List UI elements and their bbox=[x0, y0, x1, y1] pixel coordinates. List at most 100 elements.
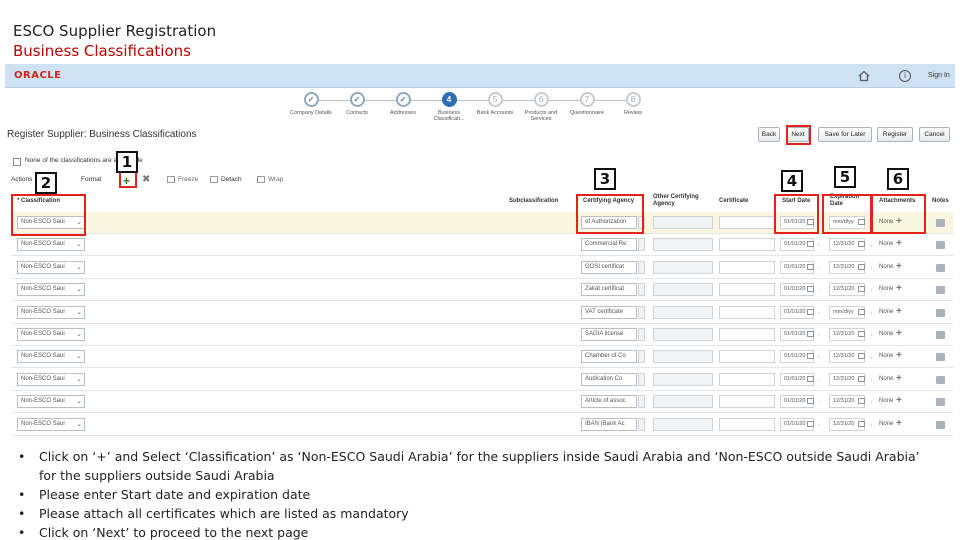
certifying-agency-select[interactable]: Commercial Re bbox=[581, 238, 637, 252]
col-subclassification[interactable]: Subclassification bbox=[509, 198, 558, 205]
certificate-input[interactable] bbox=[719, 395, 775, 409]
add-attachment-icon[interactable]: + bbox=[896, 350, 902, 361]
notes-icon[interactable] bbox=[936, 331, 945, 339]
train-step[interactable]: 8 Review bbox=[610, 92, 656, 116]
train-step[interactable]: 6 Products and Services bbox=[518, 92, 564, 122]
certificate-input[interactable] bbox=[719, 305, 775, 319]
other-agency-input[interactable] bbox=[653, 372, 713, 386]
calendar-icon[interactable] bbox=[858, 398, 865, 405]
detach-icon[interactable] bbox=[210, 176, 218, 183]
agency-dropdown-button[interactable] bbox=[638, 283, 645, 297]
info-icon[interactable]: i bbox=[899, 70, 911, 82]
actions-menu[interactable]: Actions bbox=[11, 176, 32, 183]
agency-dropdown-button[interactable] bbox=[638, 238, 645, 252]
calendar-icon[interactable] bbox=[858, 308, 865, 315]
certificate-input[interactable] bbox=[719, 417, 775, 431]
delete-row-icon[interactable]: ✖ bbox=[142, 174, 150, 185]
add-attachment-icon[interactable]: + bbox=[896, 328, 902, 339]
train-step[interactable]: ✓ Contacts bbox=[334, 92, 380, 116]
notes-icon[interactable] bbox=[936, 241, 945, 250]
back-button[interactable]: Back bbox=[758, 127, 780, 142]
sign-in-link[interactable]: Sign In bbox=[928, 72, 950, 79]
none-applicable-checkbox[interactable] bbox=[13, 158, 21, 166]
calendar-icon[interactable] bbox=[858, 375, 865, 382]
register-button[interactable]: Register bbox=[877, 127, 913, 142]
notes-icon[interactable] bbox=[936, 353, 945, 362]
train-step[interactable]: 4 Business Classificati... bbox=[426, 92, 472, 122]
notes-icon[interactable] bbox=[936, 420, 945, 429]
save-for-later-button[interactable]: Save for Later bbox=[818, 127, 872, 142]
certifying-agency-select[interactable]: Article of assoc bbox=[581, 395, 637, 409]
certifying-agency-select[interactable]: VAT certificate bbox=[581, 305, 637, 319]
calendar-icon[interactable] bbox=[858, 353, 865, 360]
classification-select[interactable]: Non-ESCO Saui ⌄ bbox=[17, 238, 85, 252]
agency-dropdown-button[interactable] bbox=[638, 417, 645, 431]
certificate-input[interactable] bbox=[719, 283, 775, 297]
calendar-icon[interactable] bbox=[807, 263, 814, 270]
classification-select[interactable]: Non-ESCO Saui ⌄ bbox=[17, 350, 85, 364]
freeze-icon[interactable] bbox=[167, 176, 175, 183]
train-step[interactable]: 5 Bank Accounts bbox=[472, 92, 518, 116]
other-agency-input[interactable] bbox=[653, 283, 713, 297]
certifying-agency-select[interactable]: Zakat certificat bbox=[581, 283, 637, 297]
col-notes[interactable]: Notes bbox=[932, 198, 949, 205]
agency-dropdown-button[interactable] bbox=[638, 372, 645, 386]
calendar-icon[interactable] bbox=[807, 398, 814, 405]
train-step[interactable]: ✓ Company Details bbox=[288, 92, 334, 116]
calendar-icon[interactable] bbox=[858, 286, 865, 293]
calendar-icon[interactable] bbox=[807, 420, 814, 427]
calendar-icon[interactable] bbox=[807, 308, 814, 315]
other-agency-input[interactable] bbox=[653, 395, 713, 409]
certificate-input[interactable] bbox=[719, 328, 775, 341]
col-certificate[interactable]: Certificate bbox=[719, 198, 748, 205]
other-agency-input[interactable] bbox=[653, 350, 713, 364]
add-attachment-icon[interactable]: + bbox=[896, 306, 902, 317]
calendar-icon[interactable] bbox=[858, 420, 865, 427]
classification-select[interactable]: Non-ESCO Saui ⌄ bbox=[17, 260, 85, 274]
home-icon[interactable] bbox=[858, 70, 870, 82]
add-attachment-icon[interactable]: + bbox=[896, 373, 902, 384]
agency-dropdown-button[interactable] bbox=[638, 350, 645, 364]
certificate-input[interactable] bbox=[719, 216, 775, 229]
calendar-icon[interactable] bbox=[858, 263, 865, 270]
notes-icon[interactable] bbox=[936, 308, 945, 317]
add-attachment-icon[interactable]: + bbox=[896, 395, 902, 406]
train-step[interactable]: ✓ Addresses bbox=[380, 92, 426, 116]
calendar-icon[interactable] bbox=[807, 353, 814, 360]
classification-select[interactable]: Non-ESCO Saui ⌄ bbox=[17, 395, 85, 409]
certificate-input[interactable] bbox=[719, 372, 775, 386]
classification-select[interactable]: Non-ESCO Saui ⌄ bbox=[17, 283, 85, 297]
wrap-icon[interactable] bbox=[257, 176, 265, 183]
other-agency-input[interactable] bbox=[653, 260, 713, 274]
notes-icon[interactable] bbox=[936, 219, 945, 227]
certifying-agency-select[interactable]: Chamber of Co bbox=[581, 350, 637, 364]
other-agency-input[interactable] bbox=[653, 238, 713, 252]
other-agency-input[interactable] bbox=[653, 305, 713, 319]
calendar-icon[interactable] bbox=[807, 286, 814, 293]
calendar-icon[interactable] bbox=[807, 331, 814, 337]
notes-icon[interactable] bbox=[936, 398, 945, 407]
agency-dropdown-button[interactable] bbox=[638, 305, 645, 319]
classification-select[interactable]: Non-ESCO Saui ⌄ bbox=[17, 372, 85, 386]
wrap-button[interactable]: Wrap bbox=[268, 176, 283, 183]
add-attachment-icon[interactable]: + bbox=[896, 283, 902, 294]
certifying-agency-select[interactable]: Audication Co bbox=[581, 372, 637, 386]
agency-dropdown-button[interactable] bbox=[638, 328, 645, 341]
cancel-button[interactable]: Cancel bbox=[919, 127, 950, 142]
notes-icon[interactable] bbox=[936, 286, 945, 295]
certificate-input[interactable] bbox=[719, 350, 775, 364]
detach-button[interactable]: Detach bbox=[221, 176, 242, 183]
calendar-icon[interactable] bbox=[807, 375, 814, 382]
agency-dropdown-button[interactable] bbox=[638, 260, 645, 274]
add-attachment-icon[interactable]: + bbox=[896, 238, 902, 249]
other-agency-input[interactable] bbox=[653, 216, 713, 229]
add-attachment-icon[interactable]: + bbox=[896, 261, 902, 272]
classification-select[interactable]: Non-ESCO Saui ⌄ bbox=[17, 328, 85, 341]
classification-select[interactable]: Non-ESCO Saui ⌄ bbox=[17, 417, 85, 431]
other-agency-input[interactable] bbox=[653, 417, 713, 431]
train-step[interactable]: 7 Questionnaire bbox=[564, 92, 610, 116]
format-menu[interactable]: Format bbox=[81, 176, 102, 183]
calendar-icon[interactable] bbox=[807, 241, 814, 248]
add-attachment-icon[interactable]: + bbox=[896, 418, 902, 429]
certifying-agency-select[interactable]: SAGIA license bbox=[581, 328, 637, 341]
